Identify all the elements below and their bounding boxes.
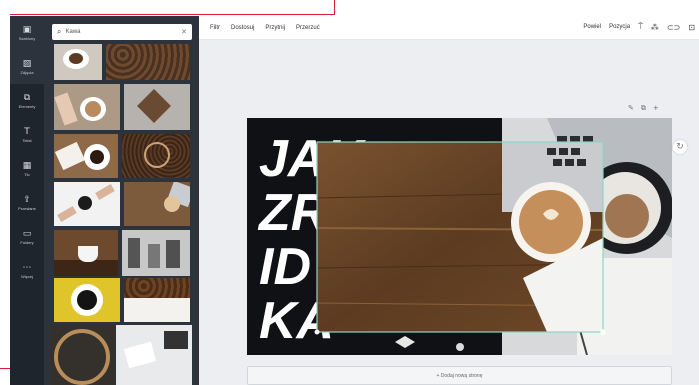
photo-thumbnail[interactable]	[54, 278, 120, 322]
photo-panel: ⌕ Kawa ✕	[44, 16, 199, 385]
photo-thumbnail[interactable]	[124, 84, 190, 130]
paint-roller-icon[interactable]: ⍑	[638, 22, 643, 32]
clear-icon[interactable]: ✕	[181, 28, 187, 36]
page-tools: ✎ ⧉ +	[628, 104, 659, 113]
text-icon: T	[24, 127, 30, 137]
note-icon[interactable]: ✎	[628, 104, 634, 113]
shapes-icon: ⧉	[23, 93, 31, 103]
annotation-line-right	[334, 0, 335, 15]
adjust-button[interactable]: Dostosuj	[231, 25, 254, 31]
sidebar-item-background[interactable]: ▦ Tło	[10, 152, 44, 186]
sidebar: ▣ Szablony ▨ Zdjęcia ⧉ Elementy T Tekst …	[10, 16, 44, 385]
crop-button[interactable]: Przytnij	[265, 25, 285, 31]
sidebar-item-text[interactable]: T Tekst	[10, 118, 44, 152]
photo-thumbnail[interactable]	[54, 84, 120, 130]
copy-page-icon[interactable]: ⧉	[641, 104, 646, 113]
design-page[interactable]: JAK ZR ID KA	[247, 118, 672, 355]
photo-thumbnail[interactable]	[54, 182, 120, 226]
background-icon: ▦	[22, 161, 32, 171]
headline-line: ID	[259, 238, 311, 296]
photo-thumbnail[interactable]	[50, 325, 114, 385]
photo-thumbnail[interactable]	[122, 134, 190, 178]
photo-thumbnail[interactable]	[54, 134, 118, 178]
toolbar: Filtr Dostosuj Przytnij Przerzuć Powiel …	[199, 16, 699, 40]
sidebar-item-elements[interactable]: ⧉ Elementy	[10, 84, 44, 118]
rotate-icon[interactable]: ↻	[673, 140, 687, 154]
search-input[interactable]: ⌕ Kawa ✕	[52, 24, 192, 40]
folder-icon: ▭	[22, 229, 32, 239]
photo-thumbnail[interactable]	[54, 230, 118, 276]
search-icon: ⌕	[57, 27, 62, 36]
flip-button[interactable]: Przerzuć	[296, 25, 320, 31]
transparency-icon[interactable]: ⁂	[651, 23, 659, 32]
photo-thumbnail[interactable]	[106, 44, 190, 80]
upload-icon: ⇪	[23, 195, 31, 205]
template-icon: ▣	[22, 25, 32, 35]
design-artwork: JAK ZR ID KA	[257, 118, 672, 355]
sidebar-item-photos[interactable]: ▨ Zdjęcia	[10, 50, 44, 84]
add-page-button[interactable]: + Dodaj nową stronę	[247, 366, 672, 385]
photo-thumbnail[interactable]	[54, 44, 102, 80]
selected-image[interactable]	[314, 141, 606, 351]
photo-icon: ▨	[22, 59, 32, 69]
duplicate-button[interactable]: Powiel	[583, 24, 601, 30]
more-icon: ⋯	[22, 263, 32, 273]
photo-thumbnail[interactable]	[116, 325, 192, 385]
filter-button[interactable]: Filtr	[210, 25, 220, 31]
position-button[interactable]: Pozycja	[609, 24, 630, 30]
photo-thumbnail[interactable]	[122, 230, 190, 276]
sidebar-item-more[interactable]: ⋯ Więcej	[10, 254, 44, 288]
add-page-icon[interactable]: +	[653, 104, 659, 113]
annotation-line-top	[10, 14, 335, 15]
sidebar-item-folders[interactable]: ▭ Foldery	[10, 220, 44, 254]
lock-icon[interactable]: ⊡	[688, 23, 695, 32]
photo-thumbnail[interactable]	[124, 278, 190, 322]
sidebar-item-uploads[interactable]: ⇪ Przesłane	[10, 186, 44, 220]
photo-thumbnail[interactable]	[124, 182, 190, 226]
link-icon[interactable]: ⊂⊃	[667, 23, 680, 32]
sidebar-item-templates[interactable]: ▣ Szablony	[10, 16, 44, 50]
